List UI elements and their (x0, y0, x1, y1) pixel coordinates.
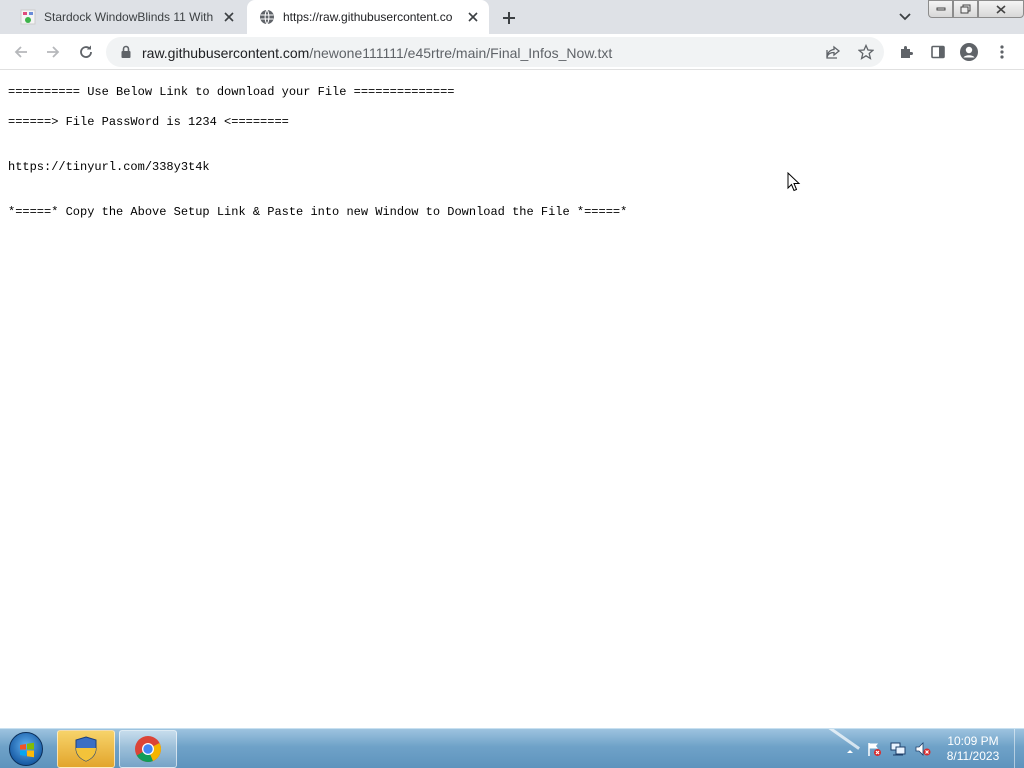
minimize-button[interactable] (928, 0, 953, 18)
close-window-button[interactable] (978, 0, 1024, 18)
tab-strip: Stardock WindowBlinds 11 With https://ra… (0, 0, 1024, 34)
chrome-icon (135, 736, 161, 762)
url-text[interactable]: raw.githubusercontent.com/newone111111/e… (142, 45, 612, 61)
url-path: /newone111111/e45rtre/main/Final_Infos_N… (309, 45, 613, 61)
lock-icon[interactable] (118, 44, 134, 60)
tab-title: https://raw.githubusercontent.co (283, 10, 453, 24)
forward-arrow-icon (47, 46, 60, 58)
restore-button[interactable] (953, 0, 978, 18)
taskbar-item-chrome[interactable] (119, 730, 177, 768)
new-tab-button[interactable] (497, 6, 521, 30)
text-line-4: *=====* Copy the Above Setup Link & Past… (8, 205, 628, 219)
globe-icon (259, 9, 275, 25)
page-content: ========== Use Below Link to download yo… (0, 71, 1024, 728)
clock-time: 10:09 PM (947, 734, 999, 748)
extensions-button[interactable] (894, 40, 918, 64)
avatar-icon (960, 43, 978, 61)
taskbar-item-security[interactable] (57, 730, 115, 768)
reload-icon (80, 45, 92, 58)
network-icon[interactable] (890, 741, 906, 757)
share-icon (826, 45, 841, 59)
puzzle-icon (901, 46, 913, 58)
tab-raw-github[interactable]: https://raw.githubusercontent.co (247, 0, 489, 34)
site-favicon (20, 9, 36, 25)
url-host: raw.githubusercontent.com (142, 45, 310, 61)
security-shield-icon (75, 736, 97, 762)
back-arrow-icon (14, 46, 27, 58)
side-panel-button[interactable] (926, 40, 950, 64)
kebab-menu-icon (1000, 45, 1004, 59)
tab-title: Stardock WindowBlinds 11 With (44, 10, 214, 24)
window-controls (928, 0, 1024, 18)
chevron-up-icon (847, 750, 853, 753)
text-line-1: ========== Use Below Link to download yo… (8, 85, 455, 99)
back-button[interactable] (9, 40, 33, 64)
share-button[interactable] (821, 40, 845, 64)
windows-logo-icon (9, 732, 43, 766)
menu-button[interactable] (990, 40, 1014, 64)
tab-stardock[interactable]: Stardock WindowBlinds 11 With (8, 0, 245, 34)
profile-button[interactable] (957, 40, 981, 64)
tab-search-button[interactable] (894, 6, 916, 28)
browser-toolbar: raw.githubusercontent.com/newone111111/e… (0, 34, 1024, 70)
reload-button[interactable] (74, 40, 98, 64)
volume-muted-icon[interactable] (915, 741, 931, 757)
show-desktop-button[interactable] (1014, 729, 1024, 768)
plus-icon (503, 12, 515, 24)
chevron-down-icon (899, 13, 911, 21)
text-line-3[interactable]: https://tinyurl.com/338y3t4k (8, 160, 210, 174)
system-clock[interactable]: 10:09 PM 8/11/2023 (938, 734, 1008, 764)
mouse-cursor-icon (787, 171, 801, 197)
close-tab-icon[interactable] (463, 7, 483, 27)
text-line-2: ======> File PassWord is 1234 <======== (8, 115, 289, 129)
action-center-icon[interactable] (866, 741, 882, 757)
address-bar[interactable]: raw.githubusercontent.com/newone111111/e… (106, 37, 884, 67)
clock-date: 8/11/2023 (946, 749, 1000, 763)
bookmark-button[interactable] (854, 40, 878, 64)
close-tab-icon[interactable] (219, 7, 239, 27)
forward-button[interactable] (41, 40, 65, 64)
side-panel-icon (931, 45, 945, 59)
start-button[interactable] (4, 730, 48, 768)
star-icon (858, 44, 874, 60)
taskbar: 10:09 PM 8/11/2023 (0, 728, 1024, 768)
show-hidden-icons-button[interactable] (845, 743, 861, 759)
